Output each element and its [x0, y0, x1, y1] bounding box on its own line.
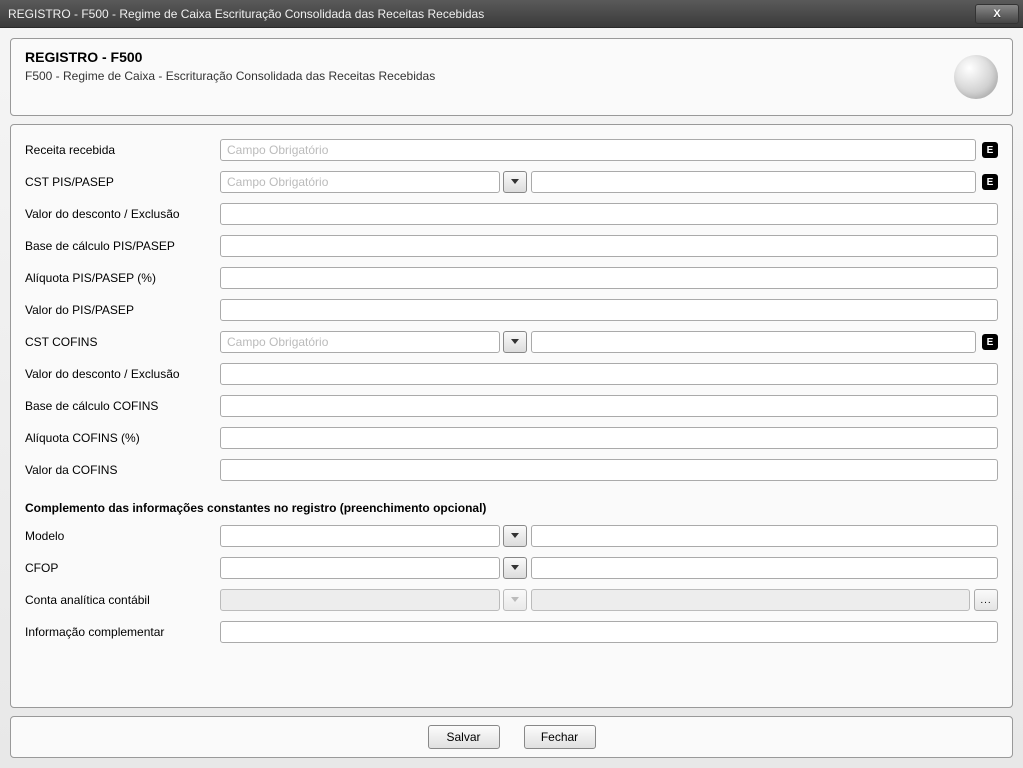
window-title: REGISTRO - F500 - Regime de Caixa Escrit… [8, 7, 484, 21]
label-aliq-pis: Alíquota PIS/PASEP (%) [25, 271, 220, 285]
input-aliq-pis[interactable] [220, 267, 998, 289]
button-bar: Salvar Fechar [10, 716, 1013, 758]
close-window-button[interactable]: X [975, 4, 1019, 24]
label-cfop: CFOP [25, 561, 220, 575]
row-vl-pis: Valor do PIS/PASEP [25, 297, 998, 323]
row-vl-desc-pis: Valor do desconto / Exclusão [25, 201, 998, 227]
dropdown-cst-cofins[interactable] [503, 331, 527, 353]
input-aliq-cofins[interactable] [220, 427, 998, 449]
page-title: REGISTRO - F500 [25, 49, 998, 65]
input-cst-pis-code[interactable] [220, 171, 500, 193]
input-info[interactable] [220, 621, 998, 643]
label-cst-cofins: CST COFINS [25, 335, 220, 349]
row-cst-cofins: CST COFINS E [25, 329, 998, 355]
row-conta: Conta analítica contábil ... [25, 587, 998, 613]
dropdown-cfop[interactable] [503, 557, 527, 579]
chevron-down-icon [511, 565, 519, 571]
input-vl-desc-pis[interactable] [220, 203, 998, 225]
input-cst-cofins-desc[interactable] [531, 331, 976, 353]
input-cst-cofins-code[interactable] [220, 331, 500, 353]
row-vl-cofins: Valor da COFINS [25, 457, 998, 483]
lookup-conta-button[interactable]: ... [974, 589, 998, 611]
input-vl-cofins[interactable] [220, 459, 998, 481]
chevron-down-icon [511, 533, 519, 539]
row-info: Informação complementar [25, 619, 998, 645]
input-vl-desc-cofins[interactable] [220, 363, 998, 385]
row-bc-pis: Base de cálculo PIS/PASEP [25, 233, 998, 259]
input-bc-pis[interactable] [220, 235, 998, 257]
chevron-down-icon [511, 597, 519, 603]
dropdown-modelo[interactable] [503, 525, 527, 547]
input-vl-pis[interactable] [220, 299, 998, 321]
row-aliq-cofins: Alíquota COFINS (%) [25, 425, 998, 451]
window: REGISTRO - F500 - Regime de Caixa Escrit… [0, 0, 1023, 768]
ellipsis-icon: ... [980, 595, 991, 606]
row-cfop: CFOP [25, 555, 998, 581]
input-receita-recebida[interactable] [220, 139, 976, 161]
error-badge-icon[interactable]: E [982, 142, 998, 158]
label-conta: Conta analítica contábil [25, 593, 220, 607]
chevron-down-icon [511, 179, 519, 185]
content-area: REGISTRO - F500 F500 - Regime de Caixa -… [0, 28, 1023, 768]
label-vl-cofins: Valor da COFINS [25, 463, 220, 477]
sphere-logo-icon [954, 55, 998, 99]
input-cst-pis-desc[interactable] [531, 171, 976, 193]
row-receita-recebida: Receita recebida E [25, 137, 998, 163]
row-modelo: Modelo [25, 523, 998, 549]
error-badge-icon[interactable]: E [982, 334, 998, 350]
dropdown-conta [503, 589, 527, 611]
titlebar: REGISTRO - F500 - Regime de Caixa Escrit… [0, 0, 1023, 28]
input-conta-code [220, 589, 500, 611]
input-cfop-code[interactable] [220, 557, 500, 579]
input-modelo-desc[interactable] [531, 525, 998, 547]
section-complemento-title: Complemento das informações constantes n… [25, 501, 998, 515]
input-conta-desc [531, 589, 970, 611]
row-cst-pis: CST PIS/PASEP E [25, 169, 998, 195]
label-vl-pis: Valor do PIS/PASEP [25, 303, 220, 317]
close-icon: X [993, 8, 1000, 20]
label-aliq-cofins: Alíquota COFINS (%) [25, 431, 220, 445]
row-bc-cofins: Base de cálculo COFINS [25, 393, 998, 419]
row-aliq-pis: Alíquota PIS/PASEP (%) [25, 265, 998, 291]
input-bc-cofins[interactable] [220, 395, 998, 417]
label-vl-desc-cofins: Valor do desconto / Exclusão [25, 367, 220, 381]
save-button[interactable]: Salvar [428, 725, 500, 749]
close-button[interactable]: Fechar [524, 725, 596, 749]
label-bc-cofins: Base de cálculo COFINS [25, 399, 220, 413]
input-modelo-code[interactable] [220, 525, 500, 547]
input-cfop-desc[interactable] [531, 557, 998, 579]
dropdown-cst-pis[interactable] [503, 171, 527, 193]
label-bc-pis: Base de cálculo PIS/PASEP [25, 239, 220, 253]
label-receita-recebida: Receita recebida [25, 143, 220, 157]
label-info: Informação complementar [25, 625, 220, 639]
label-modelo: Modelo [25, 529, 220, 543]
error-badge-icon[interactable]: E [982, 174, 998, 190]
header-box: REGISTRO - F500 F500 - Regime de Caixa -… [10, 38, 1013, 116]
label-cst-pis: CST PIS/PASEP [25, 175, 220, 189]
form-box: Receita recebida E CST PIS/PASEP E Valor… [10, 124, 1013, 708]
label-vl-desc-pis: Valor do desconto / Exclusão [25, 207, 220, 221]
chevron-down-icon [511, 339, 519, 345]
page-subtitle: F500 - Regime de Caixa - Escrituração Co… [25, 69, 998, 83]
row-vl-desc-cofins: Valor do desconto / Exclusão [25, 361, 998, 387]
